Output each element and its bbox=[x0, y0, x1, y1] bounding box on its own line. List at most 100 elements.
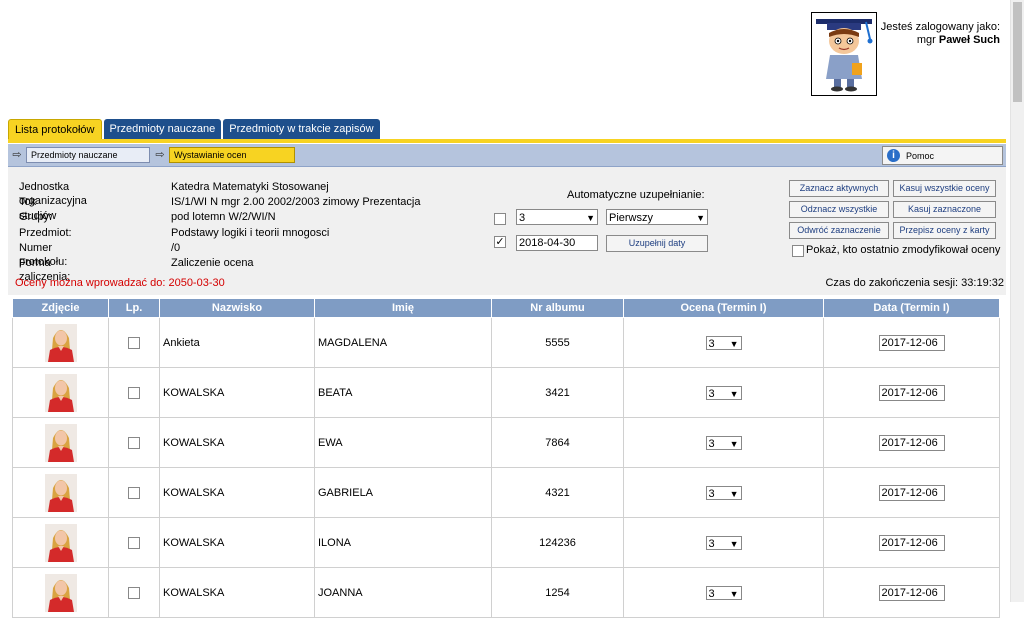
student-photo bbox=[44, 523, 77, 562]
date-input[interactable]: 2017-12-06 bbox=[878, 434, 945, 451]
cell-album: 3421 bbox=[491, 367, 624, 418]
vertical-scrollbar[interactable] bbox=[1010, 0, 1024, 602]
cell-lp bbox=[108, 317, 160, 368]
info-icon: i bbox=[887, 149, 900, 162]
grade-select[interactable]: 3 ▼ bbox=[705, 485, 742, 500]
delete-marked-button[interactable]: Kasuj zaznaczone bbox=[893, 201, 996, 218]
row-select-checkbox[interactable] bbox=[128, 336, 140, 349]
auto-term-select[interactable]: Pierwszy ▼ bbox=[606, 209, 708, 225]
tab-lista-protokolow[interactable]: Lista protokołów bbox=[8, 119, 102, 140]
col-header-date: Data (Termin I) bbox=[823, 298, 1000, 318]
scrollbar-thumb[interactable] bbox=[1013, 2, 1022, 102]
table-row: KOWALSKA ILONA 124236 3 ▼ 2017-12-06 bbox=[12, 517, 1000, 568]
cell-grade: 3 ▼ bbox=[623, 417, 824, 468]
auto-term-value: Pierwszy bbox=[609, 212, 654, 224]
student-photo bbox=[44, 423, 77, 462]
breadcrumb-item-przedmioty[interactable]: ⇨ Przedmioty nauczane bbox=[11, 146, 150, 163]
delete-all-grades-button[interactable]: Kasuj wszystkie oceny bbox=[893, 180, 996, 197]
students-table-body: Ankieta MAGDALENA 5555 3 ▼ 2017-12-06 KOWALSKA… bbox=[12, 317, 1000, 618]
cell-photo bbox=[12, 567, 109, 618]
grade-select[interactable]: 3 ▼ bbox=[705, 585, 742, 600]
main-tabs: Lista protokołów Przedmioty nauczane Prz… bbox=[8, 119, 382, 140]
table-row: KOWALSKA EWA 7864 3 ▼ 2017-12-06 bbox=[12, 417, 1000, 468]
auto-date-input[interactable]: 2018-04-30 bbox=[516, 235, 598, 251]
login-user: mgr Paweł Such bbox=[881, 34, 1000, 47]
cell-album: 4321 bbox=[491, 467, 624, 518]
tab-przedmioty-w-trakcie-zapisow[interactable]: Przedmioty w trakcie zapisów bbox=[223, 119, 380, 139]
info-label: Przedmiot: bbox=[19, 227, 72, 239]
breadcrumb: ⇨ Przedmioty nauczane ⇨ Wystawianie ocen… bbox=[8, 144, 1006, 167]
help-button[interactable]: i Pomoc bbox=[882, 146, 1003, 165]
date-input[interactable]: 2017-12-06 bbox=[878, 384, 945, 401]
cell-surname: KOWALSKA bbox=[159, 567, 315, 618]
col-header-lp: Lp. bbox=[108, 298, 160, 318]
student-photo bbox=[44, 373, 77, 412]
graduate-cartoon-icon bbox=[816, 19, 873, 92]
cell-photo bbox=[12, 467, 109, 518]
invert-selection-button[interactable]: Odwróć zaznaczenie bbox=[789, 222, 889, 239]
login-label: Jesteś zalogowany jako: bbox=[880, 21, 1000, 33]
info-value: /0 bbox=[171, 242, 181, 254]
grade-deadline: Oceny można wprowadzać do: 2050-03-30 bbox=[15, 277, 225, 289]
info-value: IS/1/WI N mgr 2.00 2002/2003 zimowy Prez… bbox=[171, 196, 421, 208]
table-row: Ankieta MAGDALENA 5555 3 ▼ 2017-12-06 bbox=[12, 317, 1000, 368]
auto-date-checkbox[interactable]: ✓ bbox=[494, 236, 506, 248]
table-row: KOWALSKA BEATA 3421 3 ▼ 2017-12-06 bbox=[12, 367, 1000, 418]
grade-select[interactable]: 3 ▼ bbox=[705, 435, 742, 450]
student-photo bbox=[44, 473, 77, 512]
col-header-photo: Zdjęcie bbox=[12, 298, 109, 318]
cell-photo bbox=[12, 517, 109, 568]
grade-value: 3 bbox=[708, 487, 715, 500]
student-photo-icon bbox=[44, 373, 77, 412]
date-input[interactable]: 2017-12-06 bbox=[878, 484, 945, 501]
breadcrumb-item-label: Wystawianie ocen bbox=[169, 146, 295, 163]
auto-fill-title: Automatyczne uzupełnianie: bbox=[567, 189, 705, 201]
show-modified-checkbox[interactable] bbox=[792, 245, 804, 257]
cell-grade: 3 ▼ bbox=[623, 517, 824, 568]
cell-grade: 3 ▼ bbox=[623, 317, 824, 368]
breadcrumb-item-wystawianie[interactable]: ⇨ Wystawianie ocen bbox=[154, 146, 295, 163]
grade-value: 3 bbox=[708, 537, 715, 550]
breadcrumb-item-label: Przedmioty nauczane bbox=[26, 146, 150, 163]
grade-select[interactable]: 3 ▼ bbox=[705, 335, 742, 350]
arrow-right-icon: ⇨ bbox=[155, 148, 165, 161]
auto-grade-value: 3 bbox=[519, 212, 526, 224]
grade-select[interactable]: 3 ▼ bbox=[705, 535, 742, 550]
row-select-checkbox[interactable] bbox=[128, 436, 140, 449]
login-info: Jesteś zalogowany jako: mgr Paweł Such bbox=[881, 21, 1000, 47]
cell-lp bbox=[108, 517, 160, 568]
row-select-checkbox[interactable] bbox=[128, 486, 140, 499]
cell-name: ILONA bbox=[314, 517, 492, 568]
chevron-down-icon: ▼ bbox=[729, 488, 739, 499]
copy-grades-button[interactable]: Przepisz oceny z karty bbox=[893, 222, 996, 239]
student-photo-icon bbox=[44, 473, 77, 512]
grade-value: 3 bbox=[708, 337, 715, 350]
cell-date: 2017-12-06 bbox=[823, 317, 1000, 368]
cell-album: 1254 bbox=[491, 567, 624, 618]
info-value: pod lotemn W/2/WI/N bbox=[171, 211, 276, 223]
row-select-checkbox[interactable] bbox=[128, 536, 140, 549]
date-input[interactable]: 2017-12-06 bbox=[878, 534, 945, 551]
cell-photo bbox=[12, 417, 109, 468]
fill-dates-button[interactable]: Uzupełnij daty bbox=[606, 235, 708, 252]
student-photo-icon bbox=[44, 423, 77, 462]
mark-active-button[interactable]: Zaznacz aktywnych bbox=[789, 180, 889, 197]
cell-surname: KOWALSKA bbox=[159, 367, 315, 418]
grade-select[interactable]: 3 ▼ bbox=[705, 385, 742, 400]
auto-grade-checkbox[interactable] bbox=[494, 213, 506, 225]
date-input[interactable]: 2017-12-06 bbox=[878, 334, 945, 351]
info-value: Katedra Matematyki Stosowanej bbox=[171, 181, 329, 193]
chevron-down-icon: ▼ bbox=[729, 388, 739, 399]
row-select-checkbox[interactable] bbox=[128, 386, 140, 399]
student-photo-icon bbox=[44, 573, 77, 612]
cell-name: JOANNA bbox=[314, 567, 492, 618]
auto-grade-select[interactable]: 3 ▼ bbox=[516, 209, 598, 225]
cell-lp bbox=[108, 467, 160, 518]
tab-przedmioty-nauczane[interactable]: Przedmioty nauczane bbox=[103, 119, 222, 139]
unmark-all-button[interactable]: Odznacz wszystkie bbox=[789, 201, 889, 218]
col-header-album: Nr albumu bbox=[491, 298, 624, 318]
date-input[interactable]: 2017-12-06 bbox=[878, 584, 945, 601]
cell-surname: Ankieta bbox=[159, 317, 315, 368]
row-select-checkbox[interactable] bbox=[128, 586, 140, 599]
login-prefix: mgr bbox=[916, 34, 936, 46]
